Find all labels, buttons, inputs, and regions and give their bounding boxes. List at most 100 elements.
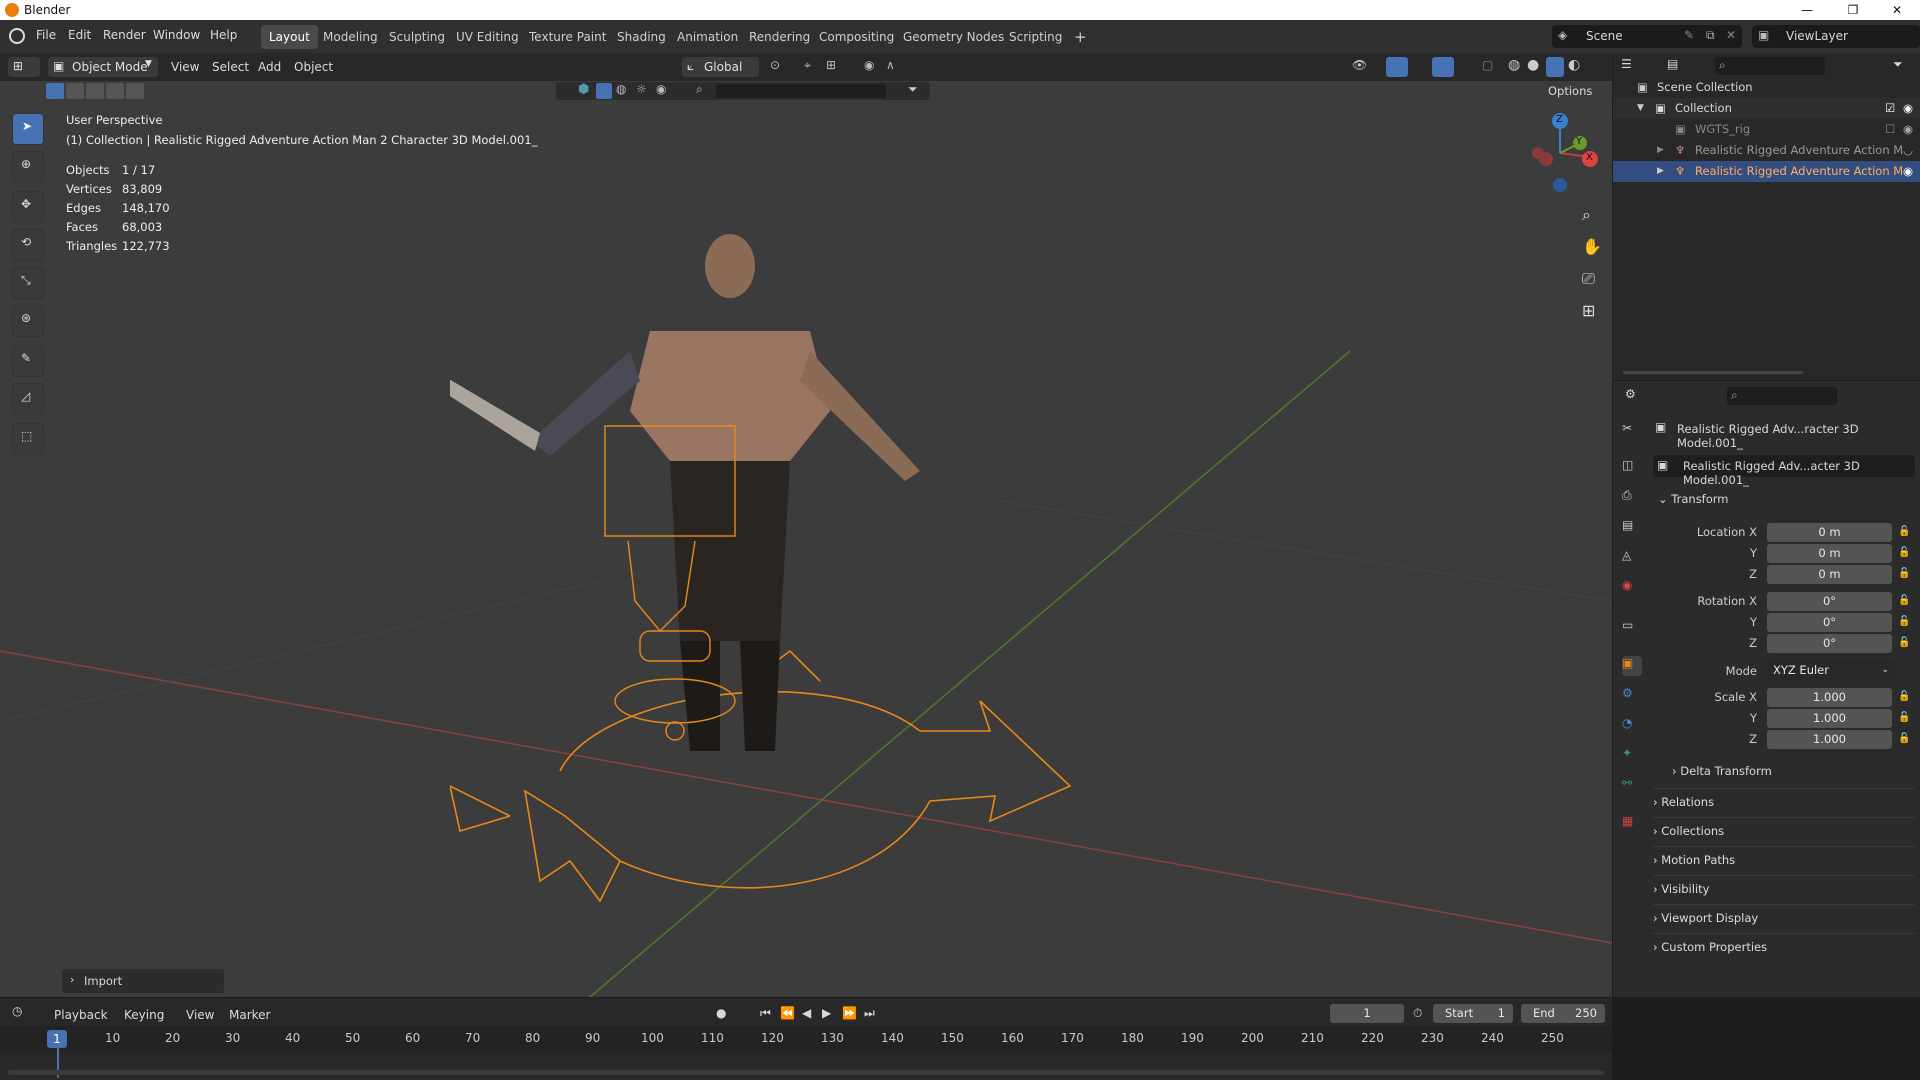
render-tab-icon[interactable]: ◫ — [1622, 458, 1642, 478]
tab-compositing[interactable]: Compositing — [811, 25, 902, 49]
timeline-editor-type-icon[interactable]: ◷ — [12, 1004, 22, 1018]
outliner-row-scene-collection[interactable]: ▣ Scene Collection — [1613, 77, 1920, 98]
prev-keyframe-icon[interactable]: ⏪ — [780, 1006, 795, 1020]
transform-panel-header[interactable]: ⌄ Transform — [1658, 492, 1729, 506]
pan-hand-icon[interactable]: ✋ — [1582, 237, 1602, 256]
menu-help[interactable]: Help — [210, 28, 237, 42]
timeline-menu-view[interactable]: View — [186, 1008, 214, 1022]
snap-target-icon[interactable]: ⊞ — [826, 58, 836, 72]
chevron-right-icon[interactable]: ▶ — [1657, 140, 1664, 161]
delete-scene-icon[interactable]: ✕ — [1726, 28, 1736, 42]
play-reverse-icon[interactable]: ◀ — [802, 1006, 811, 1020]
add-cube-tool[interactable]: ⬚ — [12, 423, 44, 455]
eye-icon[interactable]: ◉ — [1903, 161, 1913, 182]
outliner-row-wgts[interactable]: ▣ WGTS_rig ☐ ◉ — [1613, 119, 1920, 140]
rotate-tool[interactable]: ⟲ — [12, 229, 44, 261]
annotate-tool[interactable]: ✎ — [12, 345, 44, 377]
tab-sculpting[interactable]: Sculpting — [381, 25, 453, 49]
current-frame-field[interactable]: 1 — [1330, 1004, 1404, 1023]
jump-start-icon[interactable]: ⏮ — [760, 1006, 771, 1021]
tab-scripting[interactable]: Scripting — [1001, 25, 1070, 49]
scale-x-field[interactable]: 1.000 — [1767, 688, 1892, 707]
tab-layout[interactable]: Layout — [261, 25, 318, 49]
properties-editor-type-icon[interactable]: ⚙ — [1625, 387, 1636, 401]
location-z-field[interactable]: 0 m — [1767, 565, 1892, 584]
next-keyframe-icon[interactable]: ⏩ — [842, 1006, 857, 1020]
tab-rendering[interactable]: Rendering — [741, 25, 818, 49]
menu-edit[interactable]: Edit — [68, 28, 91, 42]
rotation-y-field[interactable]: 0° — [1767, 613, 1892, 632]
lock-icon[interactable]: 🔓 — [1898, 733, 1910, 744]
scene-selector[interactable]: ◈ Scene ✎ ⧉ ✕ — [1552, 25, 1742, 48]
panel-viewport-display[interactable]: › Viewport Display — [1653, 904, 1915, 930]
end-frame-field[interactable]: End 250 — [1521, 1004, 1605, 1023]
menu-render[interactable]: Render — [103, 28, 146, 42]
scene-tab-icon[interactable]: ◬ — [1622, 548, 1642, 568]
transform-tool[interactable]: ⊛ — [12, 305, 44, 337]
lock-icon[interactable]: 🔓 — [1898, 526, 1910, 537]
rotation-mode-dropdown[interactable]: XYZ Euler ⌄ — [1767, 661, 1895, 680]
jump-end-icon[interactable]: ⏭ — [864, 1006, 875, 1021]
outliner-scrollbar[interactable] — [1623, 371, 1803, 374]
outliner-row-selected[interactable]: ▶ ♆ Realistic Rigged Adventure Action M … — [1613, 161, 1920, 182]
tab-geometry-nodes[interactable]: Geometry Nodes — [895, 25, 1012, 49]
eye-icon[interactable]: ◉ — [1903, 98, 1913, 119]
timeline-menu-keying[interactable]: Keying — [124, 1008, 164, 1022]
minimize-icon[interactable]: — — [1784, 0, 1830, 20]
menu-window[interactable]: Window — [153, 28, 200, 42]
viewport-menu-view[interactable]: View — [171, 60, 199, 74]
maximize-icon[interactable]: ❐ — [1830, 0, 1876, 20]
editor-type-button[interactable]: ⊞ — [8, 57, 40, 77]
physics-tab-icon[interactable]: ◔ — [1622, 716, 1642, 736]
blender-menu-icon[interactable] — [9, 28, 25, 44]
collection-tab-icon[interactable]: ▭ — [1622, 618, 1642, 638]
timeline-menu-playback[interactable]: Playback — [54, 1008, 108, 1022]
tab-uv-editing[interactable]: UV Editing — [448, 25, 527, 49]
display-mode-icon[interactable]: ▤ — [1667, 57, 1697, 77]
add-workspace-button[interactable]: + — [1066, 25, 1095, 49]
playhead-frame[interactable]: 1 — [47, 1030, 67, 1048]
data-tab-icon[interactable]: ⚯ — [1622, 776, 1642, 796]
import-operator-panel[interactable]: › Import — [62, 969, 224, 993]
object-name-field[interactable]: ▣ Realistic Rigged Adv...acter 3D Model.… — [1653, 455, 1915, 487]
orientation-dropdown[interactable]: ⟀ Global — [682, 57, 759, 77]
move-tool[interactable]: ✥ — [12, 191, 44, 223]
delta-transform-header[interactable]: › Delta Transform — [1672, 764, 1772, 778]
lock-icon[interactable]: 🔓 — [1898, 712, 1910, 723]
scale-z-field[interactable]: 1.000 — [1767, 730, 1892, 749]
lock-icon[interactable]: 🔓 — [1898, 637, 1910, 648]
play-icon[interactable]: ▶ — [822, 1006, 831, 1020]
scale-y-field[interactable]: 1.000 — [1767, 709, 1892, 728]
rendered-shading-icon[interactable]: ◐ — [1568, 57, 1580, 73]
chevron-right-icon[interactable]: ▶ — [1657, 161, 1664, 182]
lock-icon[interactable]: 🔓 — [1898, 547, 1910, 558]
wireframe-shading-icon[interactable]: ◍ — [1508, 57, 1520, 73]
hidden-eye-icon[interactable]: ◡ — [1903, 140, 1913, 161]
3d-viewport[interactable]: ⬢ ◍ ☼ ◉ ⌕ ⏷ Options User Perspective (1)… — [0, 81, 1612, 997]
eye-icon[interactable]: ◉ — [1903, 119, 1913, 140]
viewport-menu-add[interactable]: Add — [258, 60, 281, 74]
lock-icon[interactable]: 🔓 — [1898, 616, 1910, 627]
character-model[interactable] — [450, 211, 1150, 997]
tab-shading[interactable]: Shading — [609, 25, 674, 49]
chevron-down-icon[interactable]: ▼ — [1637, 98, 1644, 119]
overlay-toggle-icon[interactable] — [1432, 57, 1454, 77]
pivot-icon[interactable]: ⊙ — [770, 58, 780, 72]
mode-dropdown[interactable]: ▣ Object Mode ▼ — [48, 57, 158, 77]
timeline-menu-marker[interactable]: Marker — [229, 1008, 270, 1022]
record-icon[interactable]: ● — [716, 1006, 726, 1020]
lock-icon[interactable]: 🔓 — [1898, 568, 1910, 579]
new-scene-icon[interactable]: ⧉ — [1706, 28, 1715, 43]
pin-icon[interactable]: ✎ — [1684, 28, 1694, 42]
gizmo-toggle-icon[interactable] — [1386, 57, 1408, 77]
viewport-menu-object[interactable]: Object — [294, 60, 333, 74]
checkbox-icon[interactable]: ☐ — [1885, 119, 1895, 140]
view-layer-tab-icon[interactable]: ▤ — [1622, 518, 1642, 538]
outliner-editor-type-icon[interactable]: ☰ — [1621, 57, 1661, 77]
timeline-scrollbar[interactable] — [8, 1070, 1604, 1075]
outliner-row-armature[interactable]: ▶ ♆ Realistic Rigged Adventure Action M … — [1613, 140, 1920, 161]
panel-motion-paths[interactable]: › Motion Paths — [1653, 846, 1915, 872]
tab-animation[interactable]: Animation — [669, 25, 746, 49]
cursor-tool[interactable]: ⊕ — [12, 151, 44, 183]
start-frame-field[interactable]: Start 1 — [1433, 1004, 1513, 1023]
